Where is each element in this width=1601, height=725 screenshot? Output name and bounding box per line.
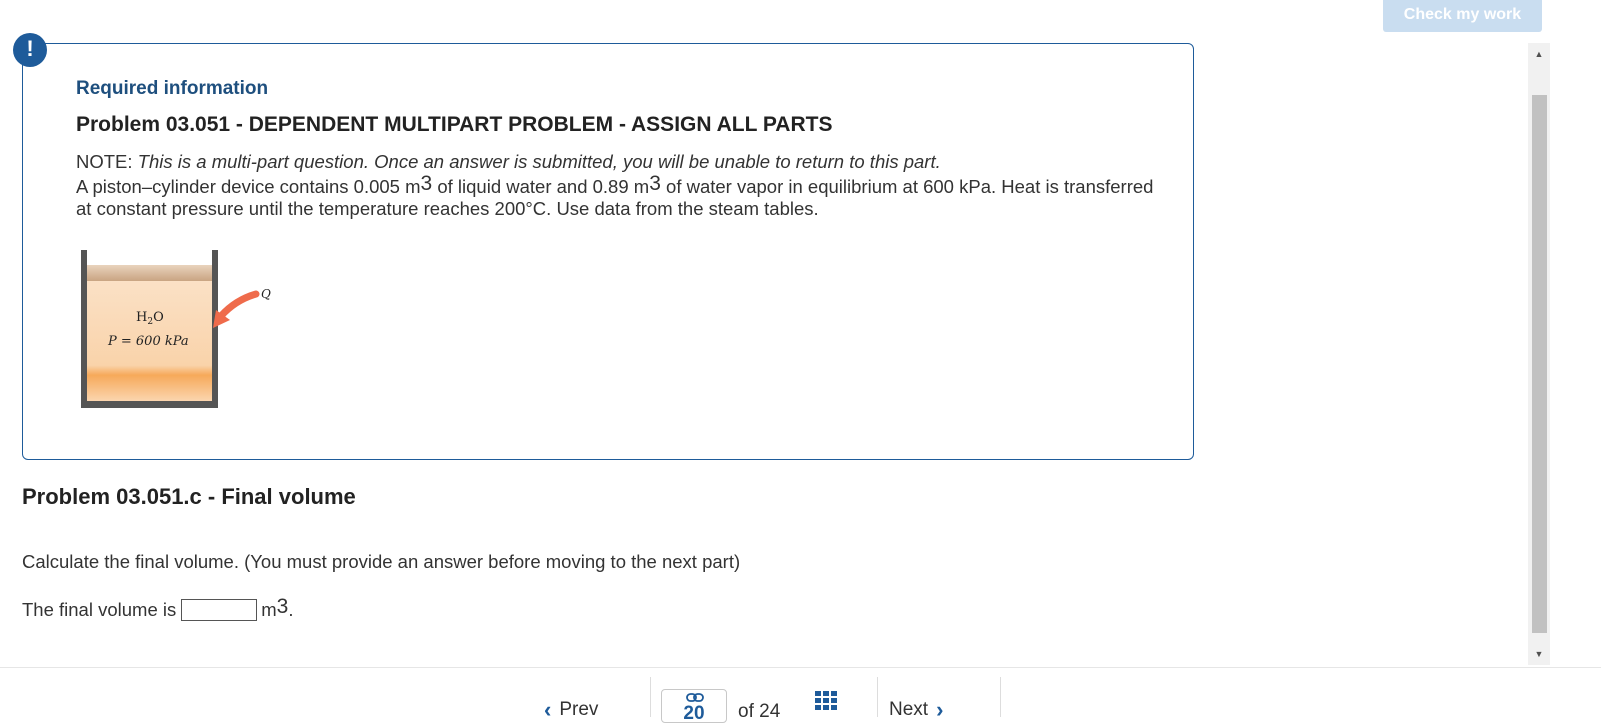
answer-line: The final volume is m3. [22,595,294,621]
problem-description: A piston–cylinder device contains 0.005 … [76,173,1156,220]
cylinder-left-wall [81,250,87,408]
heat-arrow [217,290,260,320]
vertical-scrollbar[interactable]: ▲ ▼ [1528,43,1550,665]
cylinder-base [81,401,218,408]
pressure-label: P = 600 kPa [107,334,189,349]
chevron-right-icon: › [936,697,944,722]
scroll-down-arrow-icon[interactable]: ▼ [1528,645,1550,663]
note-body: This is a multi-part question. Once an a… [137,151,941,172]
heat-label: Q [261,287,271,301]
final-volume-input[interactable] [181,599,258,621]
pager-divider [650,677,651,717]
pager-divider [877,677,878,717]
desc-exponent-2: 3 [649,172,661,195]
next-label: Next [889,699,929,720]
pagination-bar: ‹ Prev 20 of 24 Next › [0,668,1601,724]
note-text: NOTE: This is a multi-part question. Onc… [76,151,941,173]
cylinder-right-wall [212,250,218,408]
alert-icon: ! [13,33,47,67]
desc-part-1: A piston–cylinder device contains 0.005 … [76,176,421,197]
note-label: NOTE: [76,151,133,172]
pager-divider [1000,677,1001,717]
scrollbar-thumb[interactable] [1532,95,1547,633]
part-title: Problem 03.051.c - Final volume [22,484,356,509]
piston-cylinder-figure: H2O P = 600 kPa Q [80,250,280,420]
answer-prefix: The final volume is [22,599,177,620]
page-total: of 24 [738,701,781,722]
next-button[interactable]: Next › [889,697,951,723]
piston [87,265,212,281]
scroll-up-arrow-icon[interactable]: ▲ [1528,45,1550,63]
answer-unit: m [261,599,277,620]
chevron-left-icon: ‹ [544,697,552,722]
desc-part-2: of liquid water and 0.89 m [432,176,650,197]
grid-view-icon[interactable] [815,691,837,711]
part-instruction: Calculate the final volume. (You must pr… [22,551,741,572]
desc-exponent-1: 3 [420,172,433,195]
prev-button[interactable]: ‹ Prev [536,697,598,723]
problem-title: Problem 03.051 - DEPENDENT MULTIPART PRO… [76,113,833,136]
answer-unit-suffix: . [288,599,294,620]
current-page-number: 20 [683,703,705,724]
check-my-work-button[interactable]: Check my work [1383,0,1542,32]
page-number-box[interactable]: 20 [661,689,727,724]
prev-label: Prev [559,699,599,720]
required-information-heading: Required information [76,78,269,99]
required-information-panel: Required information Problem 03.051 - DE… [22,43,1194,460]
